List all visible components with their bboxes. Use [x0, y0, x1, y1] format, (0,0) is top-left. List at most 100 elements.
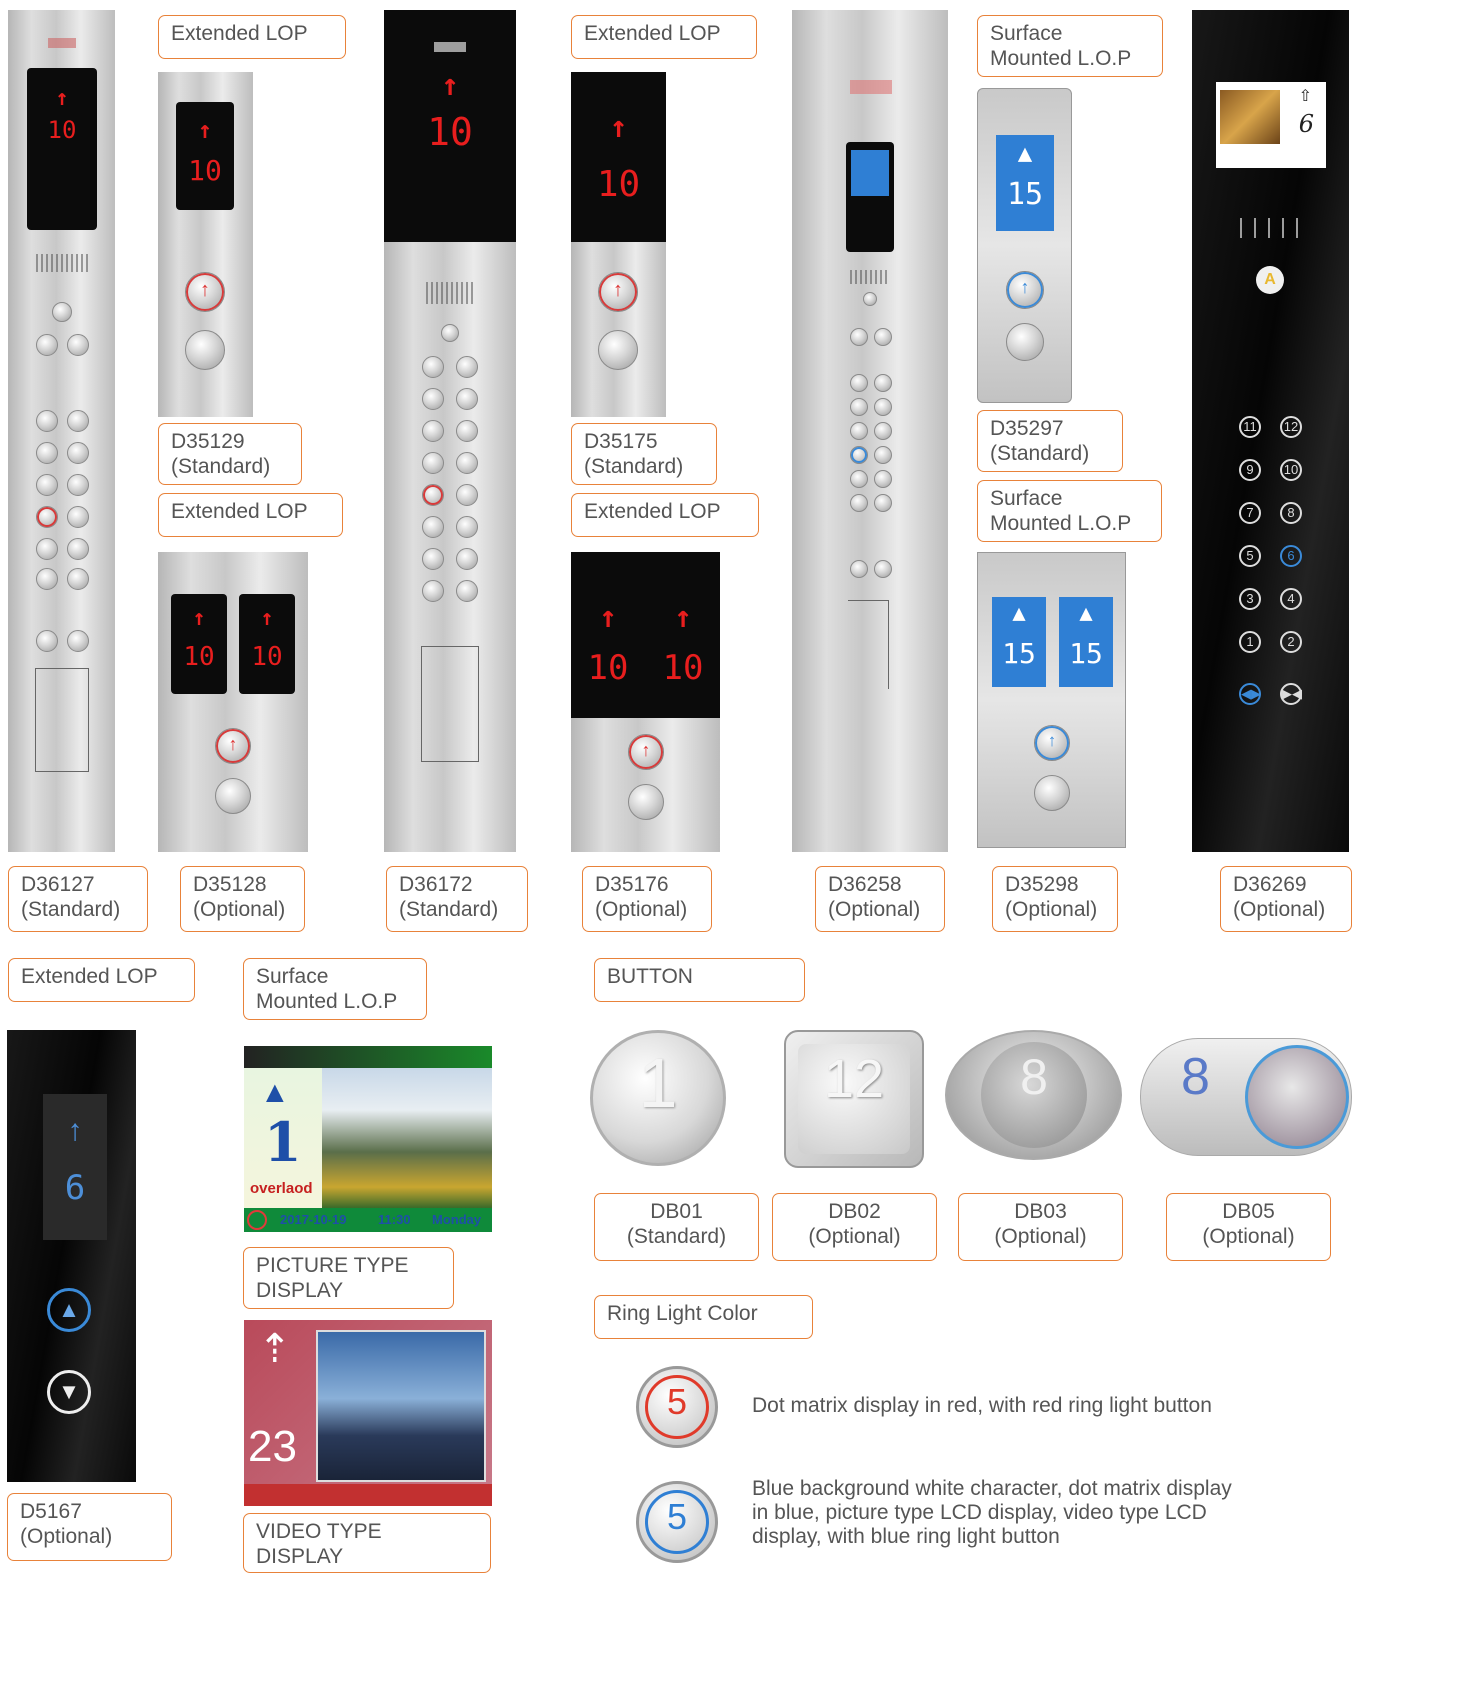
- floor-button[interactable]: [422, 516, 444, 538]
- floor-button[interactable]: [874, 422, 892, 440]
- floor-button[interactable]: [850, 374, 868, 392]
- floor-button[interactable]: [850, 446, 868, 464]
- up-call-button[interactable]: ↑: [185, 272, 225, 312]
- video-type-display: ⇡ 23: [244, 1320, 492, 1506]
- call-button[interactable]: [863, 292, 877, 306]
- red-ring-description: Dot matrix display in red, with red ring…: [752, 1394, 1212, 1417]
- floor-button[interactable]: [874, 398, 892, 416]
- floor-button[interactable]: [67, 442, 89, 464]
- floor-button[interactable]: [422, 548, 444, 570]
- panel-d35298: ▲ 15 ▲ 15 ↑: [977, 552, 1126, 848]
- close-door-button[interactable]: [67, 334, 89, 356]
- floor-button[interactable]: [456, 580, 478, 602]
- call-button[interactable]: [441, 324, 459, 342]
- close-door-button[interactable]: [874, 328, 892, 346]
- floor-button[interactable]: [850, 494, 868, 512]
- down-call-button[interactable]: [1006, 323, 1044, 361]
- floor-button[interactable]: [850, 470, 868, 488]
- alarm-button[interactable]: A: [1256, 266, 1284, 294]
- floor-button[interactable]: [874, 446, 892, 464]
- model-label-d35297: D35297 (Standard): [977, 410, 1123, 472]
- door-open-icon[interactable]: ◀▶: [1239, 683, 1261, 705]
- floor-button[interactable]: [874, 374, 892, 392]
- open-door-button[interactable]: [36, 334, 58, 356]
- arrow-up-icon: ▲: [1079, 601, 1093, 626]
- down-call-button[interactable]: [598, 330, 638, 370]
- down-call-button[interactable]: [215, 778, 251, 814]
- floor-key[interactable]: 7: [1239, 502, 1261, 524]
- floor-button[interactable]: [422, 356, 444, 378]
- model-label-d5167: D5167 (Optional): [7, 1493, 172, 1561]
- floor-button[interactable]: [422, 452, 444, 474]
- floor-key[interactable]: 9: [1239, 459, 1261, 481]
- floor-button[interactable]: [456, 548, 478, 570]
- floor-key[interactable]: 11: [1239, 416, 1261, 438]
- down-call-button[interactable]: [1034, 775, 1070, 811]
- floor-key[interactable]: 5: [1239, 545, 1261, 567]
- floor-number: 15: [1006, 177, 1044, 212]
- phone-button[interactable]: [874, 560, 892, 578]
- floor-key[interactable]: 4: [1280, 588, 1302, 610]
- floor-button[interactable]: [874, 494, 892, 512]
- floor-button[interactable]: [67, 568, 89, 590]
- alarm-button[interactable]: [36, 630, 58, 652]
- floor-button[interactable]: [456, 484, 478, 506]
- down-call-button[interactable]: [628, 784, 664, 820]
- panel-d35129: ↑ 10 ↑: [158, 72, 253, 417]
- floor-button[interactable]: [36, 538, 58, 560]
- floor-button[interactable]: [850, 398, 868, 416]
- date-text: 2017-10-19: [280, 1212, 347, 1227]
- button-inner: 8: [981, 1042, 1087, 1148]
- floor-button[interactable]: [456, 452, 478, 474]
- phone-button[interactable]: [67, 630, 89, 652]
- floor-button[interactable]: [456, 516, 478, 538]
- button-db01: 1: [590, 1030, 726, 1166]
- floor-button[interactable]: [67, 538, 89, 560]
- up-call-button[interactable]: ↑: [1034, 725, 1070, 761]
- floor-key[interactable]: 3: [1239, 588, 1261, 610]
- floor-key[interactable]: 12: [1280, 416, 1302, 438]
- down-call-button[interactable]: ▼: [47, 1370, 91, 1414]
- push-button[interactable]: [1245, 1045, 1349, 1149]
- floor-display-right: ↑ 10: [239, 594, 295, 694]
- down-call-button[interactable]: [185, 330, 225, 370]
- floor-button[interactable]: [36, 474, 58, 496]
- blue-ring-description: Blue background white character, dot mat…: [752, 1477, 1232, 1548]
- floor-button[interactable]: [36, 442, 58, 464]
- button-db05: 8: [1140, 1038, 1352, 1156]
- panel-d36258: [792, 10, 948, 852]
- up-call-button[interactable]: ↑: [628, 734, 664, 770]
- floor-button[interactable]: [874, 470, 892, 488]
- floor-display-left: ▲ 15: [992, 597, 1046, 687]
- floor-key[interactable]: 10: [1280, 459, 1302, 481]
- floor-button[interactable]: [422, 420, 444, 442]
- lcd-picture: [1220, 90, 1280, 144]
- up-call-button[interactable]: ▲: [47, 1288, 91, 1332]
- floor-button[interactable]: [67, 474, 89, 496]
- floor-button[interactable]: [850, 422, 868, 440]
- alarm-button[interactable]: [850, 560, 868, 578]
- open-door-button[interactable]: [850, 328, 868, 346]
- floor-button[interactable]: [456, 388, 478, 410]
- floor-button[interactable]: [67, 410, 89, 432]
- floor-button[interactable]: [36, 568, 58, 590]
- floor-button[interactable]: [36, 506, 58, 528]
- floor-button[interactable]: [422, 484, 444, 506]
- floor-key[interactable]: 6: [1280, 545, 1302, 567]
- floor-button[interactable]: [422, 388, 444, 410]
- dot-matrix-display: ↑ 6: [43, 1094, 107, 1240]
- door-close-icon[interactable]: ▶◀: [1280, 683, 1302, 705]
- floor-button[interactable]: [422, 580, 444, 602]
- call-button[interactable]: [52, 302, 72, 322]
- up-call-button[interactable]: ↑: [598, 272, 638, 312]
- floor-button[interactable]: [456, 356, 478, 378]
- floor-button[interactable]: [67, 506, 89, 528]
- up-call-button[interactable]: ↑: [1006, 271, 1044, 309]
- service-door: [35, 668, 89, 772]
- up-call-button[interactable]: ↑: [215, 728, 251, 764]
- floor-button[interactable]: [36, 410, 58, 432]
- floor-key[interactable]: 8: [1280, 502, 1302, 524]
- floor-key[interactable]: 1: [1239, 631, 1261, 653]
- floor-key[interactable]: 2: [1280, 631, 1302, 653]
- floor-button[interactable]: [456, 420, 478, 442]
